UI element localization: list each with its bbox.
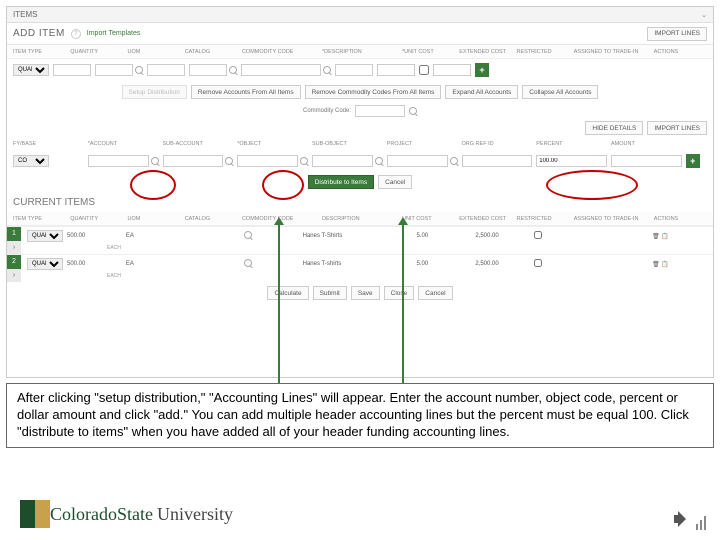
- current-item-1: 1› QUANTITY 500.00 EA Hanes T-Shirts 5.0…: [7, 226, 713, 254]
- catalog-input[interactable]: [147, 64, 185, 76]
- search-icon[interactable]: [151, 157, 159, 165]
- extended-cost-input[interactable]: [377, 64, 415, 76]
- add-item-bar: ADD ITEM ? Import Templates IMPORT LINES: [7, 23, 713, 45]
- hide-details-button[interactable]: HIDE DETAILS: [585, 121, 643, 135]
- import-lines-button[interactable]: IMPORT LINES: [647, 27, 707, 41]
- submit-button[interactable]: Submit: [313, 286, 347, 300]
- logo-mark-icon: [20, 500, 50, 528]
- annotation-arrow-2: [402, 222, 404, 388]
- ci-type-select[interactable]: QUANTITY: [27, 230, 63, 242]
- close-button[interactable]: Close: [384, 286, 415, 300]
- sub-account-input[interactable]: [163, 155, 224, 167]
- amount-input[interactable]: [611, 155, 682, 167]
- percent-input[interactable]: [536, 155, 607, 167]
- project-input[interactable]: [387, 155, 448, 167]
- add-item-button[interactable]: +: [475, 63, 489, 77]
- search-icon[interactable]: [323, 66, 331, 74]
- search-icon[interactable]: [244, 231, 252, 239]
- search-icon[interactable]: [225, 157, 233, 165]
- quantity-input[interactable]: [53, 64, 91, 76]
- import-templates-link[interactable]: Import Templates: [87, 30, 141, 37]
- search-icon[interactable]: [450, 157, 458, 165]
- account-input[interactable]: [88, 155, 149, 167]
- import-lines-button-2[interactable]: IMPORT LINES: [647, 121, 707, 135]
- add-item-title: ADD ITEM: [13, 28, 65, 39]
- fybase-select[interactable]: CO: [13, 155, 49, 167]
- search-icon[interactable]: [244, 259, 252, 267]
- commodity-code-input[interactable]: [189, 64, 227, 76]
- app-screenshot: ITEMS ⌄ ADD ITEM ? Import Templates IMPO…: [6, 6, 714, 378]
- current-items-title: CURRENT ITEMS: [7, 193, 713, 212]
- trade-in-input[interactable]: [433, 64, 471, 76]
- unit-cost-input[interactable]: [335, 64, 373, 76]
- commodity-code-row: Commodity Code:: [7, 103, 713, 119]
- restricted-cb[interactable]: [534, 259, 542, 267]
- instruction-caption: After clicking "setup distribution," "Ac…: [6, 383, 714, 448]
- item-column-headers: ITEM TYPE QUANTITY UOM CATALOG COMMODITY…: [7, 45, 713, 59]
- save-button[interactable]: Save: [351, 286, 380, 300]
- accounting-headers: FY/BASE *ACCOUNT SUB-ACCOUNT *OBJECT SUB…: [7, 137, 713, 151]
- items-label: ITEMS: [13, 10, 37, 19]
- object-input[interactable]: [237, 155, 298, 167]
- form-footer-actions: Calculate Submit Save Close Cancel: [7, 282, 713, 304]
- search-icon[interactable]: [409, 107, 417, 115]
- search-icon[interactable]: [135, 66, 143, 74]
- collapse-icon[interactable]: ⌄: [701, 11, 707, 19]
- distribute-button[interactable]: Distribute to Items: [308, 175, 374, 189]
- collapse-all-button[interactable]: Collapse All Accounts: [522, 85, 598, 99]
- items-section-header[interactable]: ITEMS ⌄: [7, 7, 713, 23]
- cancel-button[interactable]: Cancel: [378, 175, 412, 189]
- accounting-line-row: CO +: [7, 151, 713, 171]
- expand-icon[interactable]: ›: [7, 269, 21, 283]
- commodity-code-field[interactable]: [355, 105, 405, 117]
- uom-input[interactable]: [95, 64, 133, 76]
- ci-type-select[interactable]: QUANTITY: [27, 258, 63, 270]
- expand-all-button[interactable]: Expand All Accounts: [445, 85, 518, 99]
- item-type-select[interactable]: QUANTITY: [13, 64, 49, 76]
- search-icon[interactable]: [229, 66, 237, 74]
- description-input[interactable]: [241, 64, 321, 76]
- distribution-actions: Setup Distribution Remove Accounts From …: [7, 81, 713, 103]
- expand-icon[interactable]: ›: [7, 241, 21, 255]
- sub-object-input[interactable]: [312, 155, 373, 167]
- restricted-cb[interactable]: [534, 231, 542, 239]
- search-icon[interactable]: [300, 157, 308, 165]
- current-item-headers: ITEM TYPE QUANTITY UOM CATALOG COMMODITY…: [7, 212, 713, 226]
- speaker-icon: [672, 508, 706, 530]
- calculate-button[interactable]: Calculate: [267, 286, 308, 300]
- remove-commodity-button[interactable]: Remove Commodity Codes From All Items: [305, 85, 442, 99]
- cancel-button-2[interactable]: Cancel: [418, 286, 452, 300]
- org-ref-input[interactable]: [462, 155, 533, 167]
- add-accounting-line-button[interactable]: +: [686, 154, 700, 168]
- setup-distribution-button[interactable]: Setup Distribution: [122, 85, 187, 99]
- help-icon[interactable]: ?: [71, 29, 81, 39]
- remove-accounts-button[interactable]: Remove Accounts From All Items: [191, 85, 301, 99]
- add-item-row: QUANTITY +: [7, 59, 713, 81]
- csu-logo: ColoradoState University: [20, 500, 233, 528]
- restricted-checkbox[interactable]: [419, 65, 429, 75]
- search-icon[interactable]: [375, 157, 383, 165]
- annotation-arrow-1: [278, 222, 280, 388]
- current-item-2: 2› QUANTITY 500.00 EA Hanes T-shirts 5.0…: [7, 254, 713, 282]
